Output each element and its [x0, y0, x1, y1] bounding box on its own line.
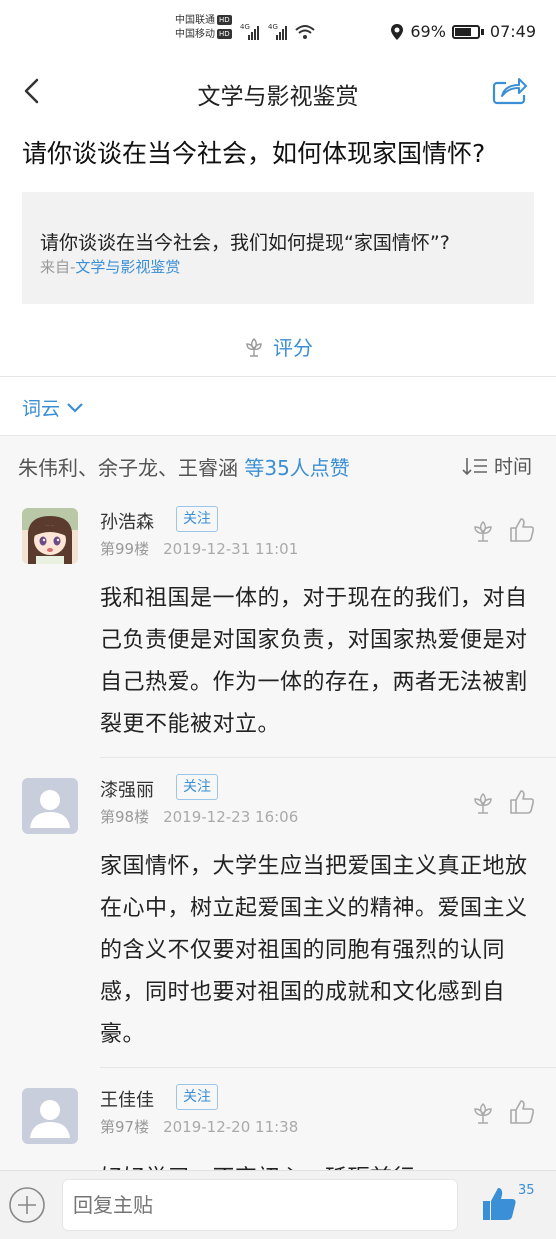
follow-button[interactable]: 关注: [176, 774, 218, 800]
nav-bar: 文学与影视鉴赏: [0, 64, 556, 122]
carrier-1: 中国联通: [175, 15, 215, 26]
default-avatar-icon: [22, 778, 78, 834]
reply-bar: 35: [0, 1170, 556, 1239]
question-title: 请你谈谈在当今社会，如何体现家国情怀?: [22, 139, 486, 168]
post-time: 2019-12-23 16:06: [163, 808, 299, 826]
location-icon: [391, 23, 404, 40]
battery-nub: [480, 28, 484, 35]
wordcloud-label: 词云: [22, 398, 61, 420]
battery-icon: [451, 24, 480, 39]
username[interactable]: 漆强丽: [100, 776, 154, 802]
floor-number: 第99楼: [100, 540, 150, 558]
question-detail-box: 请你谈谈在当今社会，我们如何提现“家国情怀”? 来自-文学与影视鉴赏: [22, 192, 534, 304]
floor-number: 第98楼: [100, 808, 150, 826]
likers-names: 朱伟利、余子龙、王睿涵: [18, 456, 245, 480]
post-time: 2019-12-20 11:38: [163, 1118, 299, 1136]
username[interactable]: 王佳佳: [100, 1086, 154, 1112]
net-type-1: 4G: [240, 23, 250, 31]
wordcloud-toggle[interactable]: 词云: [22, 394, 84, 421]
rate-button[interactable]: 评分: [0, 332, 556, 361]
post-item: 漆强丽 关注 第98楼 2019-12-23 16:06 家国情怀，大学生应当把爱…: [0, 762, 556, 1066]
post-content: 好好学习，不忘初心，砥砺前行: [100, 1158, 530, 1170]
floor-number: 第97楼: [100, 1118, 150, 1136]
avatar[interactable]: [22, 1088, 78, 1144]
thumbs-up-icon[interactable]: [480, 1185, 518, 1223]
thumbs-up-icon[interactable]: [508, 788, 536, 816]
post-content: 我和祖国是一体的，对于现在的我们，对自己负责便是对国家负责，对国家热爱便是对自己…: [100, 586, 528, 737]
thumbs-up-icon[interactable]: [508, 1098, 536, 1126]
likes-bar: 朱伟利、余子龙、王睿涵 等35人点赞 时间: [0, 436, 556, 492]
avatar[interactable]: [22, 508, 78, 564]
clock: 07:49: [489, 22, 536, 41]
post-meta: 第98楼 2019-12-23 16:06: [100, 806, 298, 827]
rate-label: 评分: [273, 336, 313, 360]
flower-rate-icon[interactable]: [470, 518, 496, 544]
post-item: 孙浩森 关注 第99楼 2019-12-31 11:01 我和祖国是一体的，对于现…: [0, 494, 556, 756]
battery-percent: 69%: [410, 22, 446, 41]
sort-toggle[interactable]: 时间: [462, 452, 532, 479]
status-bar: 中国联通 HD 中国移动 HD 4G 4G 69% 07:49: [0, 0, 556, 64]
flower-rate-icon[interactable]: [470, 1100, 496, 1126]
status-right: 69% 07:49: [390, 22, 536, 41]
hd-badge-1: HD: [217, 15, 232, 25]
wordcloud-bar: 词云: [0, 377, 556, 435]
avatar[interactable]: [22, 778, 78, 834]
signal-wifi-icon: 4G 4G: [240, 23, 315, 40]
share-icon[interactable]: [492, 74, 528, 106]
question-source: 来自-文学与影视鉴赏: [40, 256, 180, 277]
post-content: 家国情怀，大学生应当把爱国主义真正地放在心中，树立起爱国主义的精神。爱国主义的含…: [100, 854, 528, 1047]
likes-summary: 朱伟利、余子龙、王睿涵 等35人点赞: [18, 452, 350, 481]
source-prefix: 来自-: [40, 258, 76, 276]
follow-button[interactable]: 关注: [176, 1084, 218, 1110]
post-divider: [100, 757, 556, 758]
carrier-2: 中国移动: [175, 29, 215, 40]
net-type-2: 4G: [268, 23, 278, 31]
post-meta: 第97楼 2019-12-20 11:38: [100, 1116, 298, 1137]
question-section: 请你谈谈在当今社会，如何体现家国情怀? 请你谈谈在当今社会，我们如何提现“家国情…: [0, 122, 556, 376]
post-item: 王佳佳 关注 第97楼 2019-12-20 11:38 好好学习，不忘初心，砥砺…: [0, 1072, 556, 1170]
chevron-down-icon: [67, 402, 83, 413]
username[interactable]: 孙浩森: [100, 508, 154, 534]
sort-icon: [462, 457, 487, 475]
flower-rate-icon: [246, 337, 262, 357]
default-avatar-icon: [22, 1088, 78, 1144]
plus-icon[interactable]: [8, 1186, 46, 1224]
follow-button[interactable]: 关注: [176, 506, 218, 532]
thumbs-up-icon[interactable]: [508, 516, 536, 544]
post-meta: 第99楼 2019-12-31 11:01: [100, 538, 298, 559]
reply-input[interactable]: [62, 1179, 458, 1231]
post-time: 2019-12-31 11:01: [163, 540, 299, 558]
likes-count[interactable]: 等35人点赞: [244, 456, 349, 480]
anime-avatar-icon: [22, 508, 78, 564]
post-divider: [100, 1067, 556, 1068]
source-link[interactable]: 文学与影视鉴赏: [75, 258, 180, 276]
question-detail: 请你谈谈在当今社会，我们如何提现“家国情怀”?: [40, 232, 450, 254]
like-count: 35: [518, 1183, 535, 1198]
flower-rate-icon[interactable]: [470, 790, 496, 816]
sort-label: 时间: [493, 456, 532, 478]
page-title: 文学与影视鉴赏: [197, 84, 359, 110]
hd-badge-2: HD: [217, 29, 232, 39]
carrier-info: 中国联通 HD 中国移动 HD: [175, 14, 232, 42]
